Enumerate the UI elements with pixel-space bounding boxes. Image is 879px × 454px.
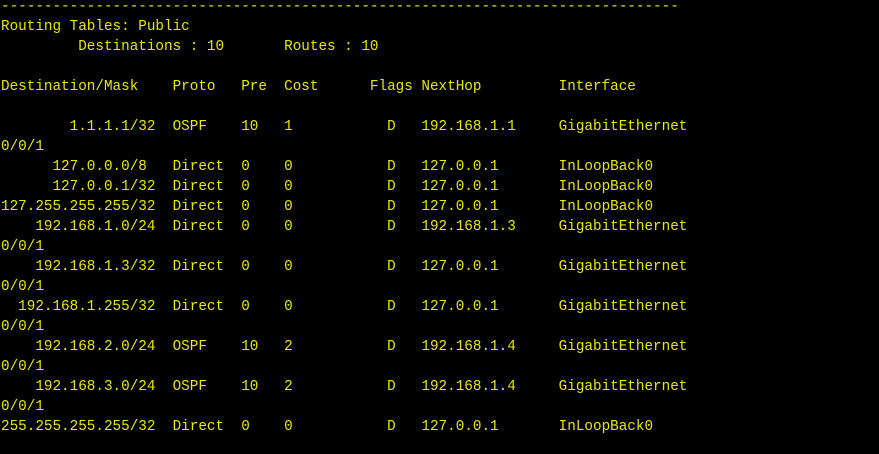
terminal-line: 127.0.0.0/8 Direct 0 0 D 127.0.0.1 InLoo…	[1, 159, 654, 175]
terminal-line: 192.168.1.255/32 Direct 0 0 D 127.0.0.1 …	[1, 299, 688, 315]
terminal-window[interactable]: ----------------------------------------…	[0, 0, 879, 454]
terminal-line: 192.168.3.0/24 OSPF 10 2 D 192.168.1.4 G…	[1, 379, 688, 395]
terminal-line: 0/0/1	[1, 359, 44, 375]
terminal-line: 0/0/1	[1, 139, 44, 155]
terminal-line: 127.255.255.255/32 Direct 0 0 D 127.0.0.…	[1, 199, 654, 215]
terminal-line: 127.0.0.1/32 Direct 0 0 D 127.0.0.1 InLo…	[1, 179, 654, 195]
terminal-line: 192.168.1.0/24 Direct 0 0 D 192.168.1.3 …	[1, 219, 688, 235]
terminal-line: 192.168.2.0/24 OSPF 10 2 D 192.168.1.4 G…	[1, 339, 688, 355]
terminal-line: Destination/Mask Proto Pre Cost Flags Ne…	[1, 79, 636, 95]
terminal-line: 0/0/1	[1, 279, 44, 295]
terminal-line: 0/0/1	[1, 319, 44, 335]
terminal-line: Destinations : 10 Routes : 10	[1, 39, 379, 55]
terminal-line: 0/0/1	[1, 399, 44, 415]
terminal-line: 192.168.1.3/32 Direct 0 0 D 127.0.0.1 Gi…	[1, 259, 688, 275]
terminal-line: 0/0/1	[1, 239, 44, 255]
terminal-line: 255.255.255.255/32 Direct 0 0 D 127.0.0.…	[1, 419, 654, 435]
terminal-output: ----------------------------------------…	[1, 0, 687, 437]
terminal-line: Routing Tables: Public	[1, 19, 190, 35]
terminal-line: ----------------------------------------…	[1, 0, 679, 15]
terminal-line: 1.1.1.1/32 OSPF 10 1 D 192.168.1.1 Gigab…	[1, 119, 688, 135]
